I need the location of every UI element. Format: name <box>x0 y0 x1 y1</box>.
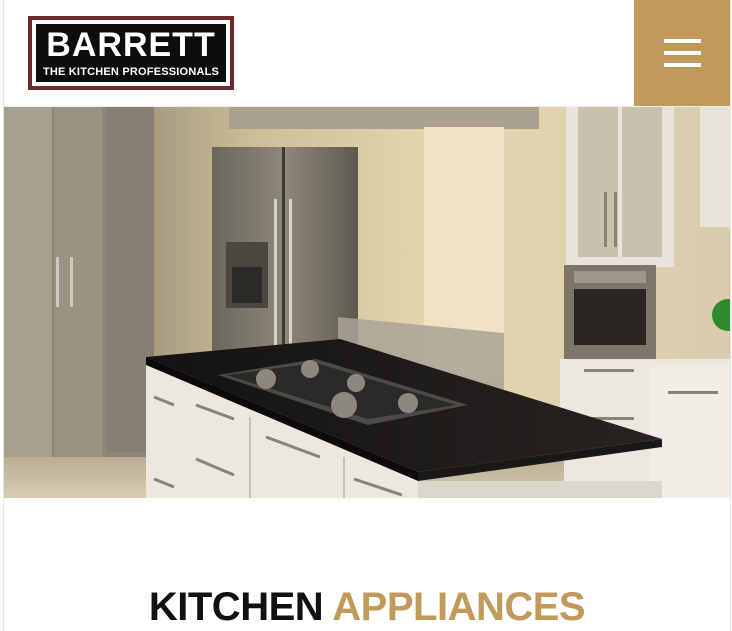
title-kitchen: KITCHEN <box>148 584 324 629</box>
hamburger-menu-icon <box>664 39 701 67</box>
barrett-logo[interactable]: BARRETT THE KITCHEN PROFESSIONALS <box>28 16 234 90</box>
logo-tagline: THE KITCHEN PROFESSIONALS <box>42 66 220 78</box>
page: BARRETT THE KITCHEN PROFESSIONALS KITCHE… <box>4 0 730 631</box>
logo-wordmark: BARRETT <box>46 26 216 64</box>
section-title: KITCHEN APPLIANCES <box>4 585 730 629</box>
title-appliances: APPLIANCES <box>332 584 586 629</box>
logo-frame: BARRETT THE KITCHEN PROFESSIONALS <box>32 20 230 86</box>
hero-image <box>4 107 730 498</box>
kitchen-photo <box>4 107 730 498</box>
logo-plate: BARRETT THE KITCHEN PROFESSIONALS <box>36 24 226 82</box>
menu-button[interactable] <box>634 0 730 106</box>
site-header: BARRETT THE KITCHEN PROFESSIONALS <box>4 0 730 107</box>
